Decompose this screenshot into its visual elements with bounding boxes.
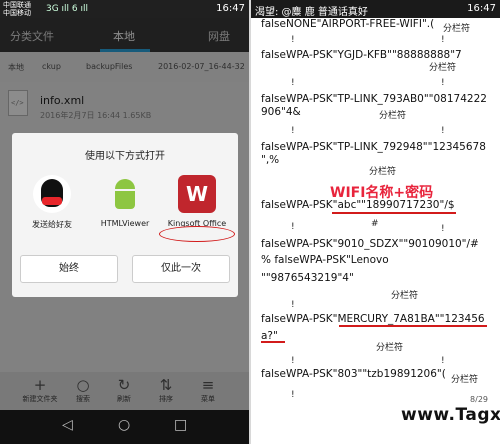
text-fragment: ! xyxy=(441,78,445,88)
qq-icon xyxy=(33,175,71,213)
notification-text: 渴望: @麋 鹿 普通话真好 xyxy=(255,7,368,18)
text-line: 906"4& xyxy=(261,106,301,118)
app-label: HTMLViewer xyxy=(100,219,150,228)
separator-label: 分栏符 xyxy=(429,63,457,73)
text-fragment: ! xyxy=(441,356,445,366)
signal-indicator: 3G ıll 6 ıll xyxy=(46,4,89,14)
open-with-dialog: 使用以下方式打开 发送给好友 HTMLViewer W Kingsoft Off… xyxy=(12,133,238,297)
red-underline xyxy=(339,325,487,327)
wps-office-icon: W xyxy=(178,175,216,213)
text-fragment: ! xyxy=(441,224,445,234)
text-line: % falseWPA-PSK"Lenovo xyxy=(261,254,389,266)
carrier-label: 中国联通 中国移动 xyxy=(3,1,31,17)
text-line: falseWPA-PSK"TP-LINK_793AB0""08174222 xyxy=(261,93,487,105)
document-viewer: 渴望: @麋 鹿 普通话真好 16:47 falseNONE"AIRPORT-F… xyxy=(251,0,500,444)
text-line: # xyxy=(371,219,379,229)
text-fragment: ! xyxy=(291,35,295,45)
status-time: 16:47 xyxy=(216,3,245,14)
text-line: falseNONE"AIRPORT-FREE-WIFI".( xyxy=(261,18,435,30)
app-option-kingsoft-office[interactable]: W Kingsoft Office xyxy=(162,175,232,228)
carrier-2: 中国移动 xyxy=(3,9,31,17)
red-underline xyxy=(261,341,285,343)
app-option-htmlviewer[interactable]: HTMLViewer xyxy=(90,175,160,228)
separator-label: 分栏符 xyxy=(443,24,471,34)
home-icon[interactable]: ○ xyxy=(118,417,130,433)
system-nav-bar: ◁ ○ □ xyxy=(0,410,249,444)
text-fragment: ! xyxy=(441,126,445,136)
file-manager-screen: 中国联通 中国移动 3G ıll 6 ıll 16:47 分类文件 本地 网盘 … xyxy=(0,0,249,444)
text-fragment: ! xyxy=(441,35,445,45)
android-icon xyxy=(106,175,144,213)
status-bar: 中国联通 中国移动 3G ıll 6 ıll 16:47 xyxy=(0,0,249,18)
text-fragment: ! xyxy=(291,222,295,232)
separator-label: 分栏符 xyxy=(451,375,479,385)
app-option-send-to-friend[interactable]: 发送给好友 xyxy=(17,175,87,230)
text-line: ""9876543219"4" xyxy=(261,272,354,284)
carrier-1: 中国联通 xyxy=(3,1,31,9)
text-line: ",% xyxy=(261,154,280,166)
red-underline xyxy=(332,212,456,214)
recent-apps-icon[interactable]: □ xyxy=(174,417,187,433)
text-fragment: ! xyxy=(291,390,295,400)
text-line: falseWPA-PSK"803""tzb19891206"( xyxy=(261,368,446,380)
dialog-title: 使用以下方式打开 xyxy=(85,151,165,162)
app-label: 发送给好友 xyxy=(32,220,72,229)
separator-label: 分栏符 xyxy=(391,291,419,301)
text-line: falseWPA-PSK"abc""18990717230"/$ xyxy=(261,199,455,211)
text-fragment: ! xyxy=(291,356,295,366)
text-line: falseWPA-PSK"9010_SDZX""90109010"/# xyxy=(261,238,479,250)
separator-label: 分栏符 xyxy=(369,167,397,177)
back-icon[interactable]: ◁ xyxy=(62,417,73,433)
text-fragment: ! xyxy=(291,300,295,310)
separator-label: 分栏符 xyxy=(379,111,407,121)
text-line: falseWPA-PSK"TP-LINK_792948""12345678 xyxy=(261,141,486,153)
highlight-circle xyxy=(159,226,235,242)
text-fragment: ! xyxy=(291,78,295,88)
site-watermark: www.Tagxp.com xyxy=(401,405,500,425)
separator-label: 分栏符 xyxy=(376,343,404,353)
text-line: falseWPA-PSK"MERCURY_7A81BA""123456 xyxy=(261,313,485,325)
just-once-button[interactable]: 仅此一次 xyxy=(132,255,230,283)
status-bar: 渴望: @麋 鹿 普通话真好 16:47 xyxy=(251,0,500,18)
text-fragment: ! xyxy=(291,126,295,136)
always-button[interactable]: 始终 xyxy=(20,255,118,283)
status-time: 16:47 xyxy=(467,3,496,14)
